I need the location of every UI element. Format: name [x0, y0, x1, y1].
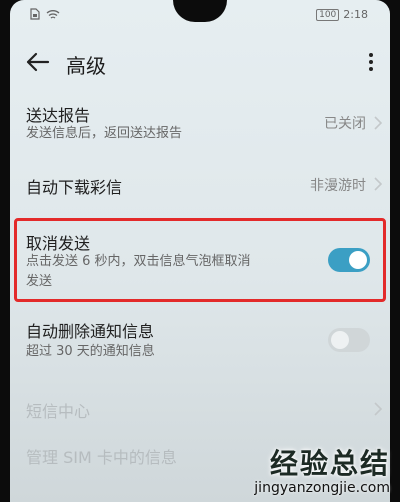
auto-download-mms-row[interactable]: 自动下载彩信 非漫游时 [10, 166, 390, 202]
delivery-report-row[interactable]: 送达报告 发送信息后，返回送达报告 已关闭 [10, 96, 390, 152]
chevron-right-icon [374, 177, 382, 191]
row-value: 非漫游时 [310, 178, 366, 194]
cancel-send-toggle[interactable] [328, 248, 370, 272]
watermark-title: 经验总结 [269, 447, 390, 480]
back-arrow-icon[interactable] [24, 50, 50, 74]
app-bar: 高级 [10, 42, 390, 82]
row-value: 已关闭 [324, 116, 366, 132]
phone-screen: 100 2:18 高级 送达报告 发送信息后，返回送达报告 已关闭 自动下载彩信… [10, 0, 390, 502]
row-title: 管理 SIM 卡中的信息 [26, 448, 177, 467]
sms-center-row[interactable]: 短信中心 [10, 394, 390, 424]
wifi-icon [46, 9, 60, 19]
battery-icon: 100 [316, 8, 340, 21]
toggle-knob [349, 251, 367, 269]
row-title: 自动删除通知信息 [26, 322, 155, 341]
cancel-send-row[interactable]: 取消发送 点击发送 6 秒内，双击信息气泡框取消 发送 [10, 226, 390, 296]
watermark: 经验总结 jingyanzongjie.com [254, 442, 390, 496]
row-title: 取消发送 [26, 234, 91, 253]
row-title: 短信中心 [26, 402, 91, 421]
row-title: 自动下载彩信 [26, 178, 123, 197]
row-subtitle: 发送信息后，返回送达报告 [26, 126, 183, 141]
row-subtitle: 超过 30 天的通知信息 [26, 344, 155, 359]
row-title: 送达报告 [26, 106, 91, 125]
status-bar: 100 2:18 [10, 6, 390, 26]
more-options-icon[interactable] [364, 50, 378, 74]
chevron-right-icon [374, 402, 382, 416]
status-time: 2:18 [343, 8, 368, 21]
row-subtitle-line1: 点击发送 6 秒内，双击信息气泡框取消 [26, 254, 251, 269]
auto-delete-notifications-row[interactable]: 自动删除通知信息 超过 30 天的通知信息 [10, 314, 390, 368]
toggle-knob [331, 331, 349, 349]
chevron-right-icon [374, 116, 382, 130]
auto-delete-toggle[interactable] [328, 328, 370, 352]
row-subtitle-line2: 发送 [26, 274, 53, 289]
watermark-url: jingyanzongjie.com [254, 480, 390, 496]
page-title: 高级 [66, 54, 106, 78]
sim-icon [30, 8, 40, 20]
